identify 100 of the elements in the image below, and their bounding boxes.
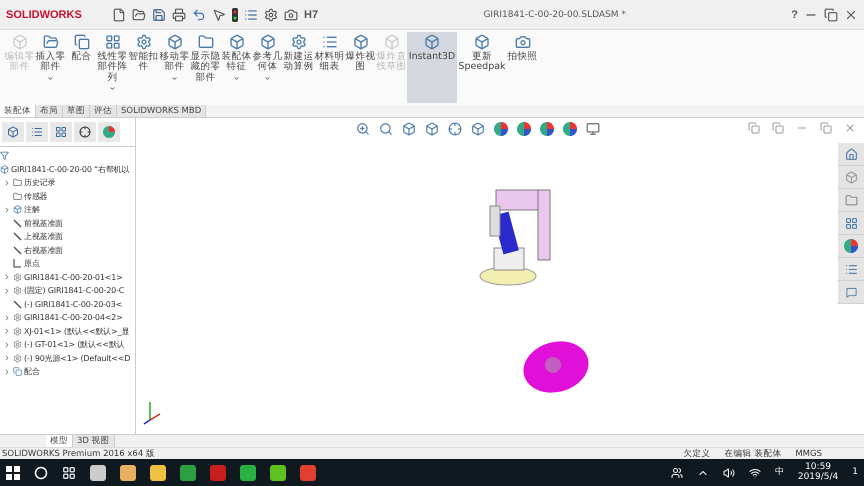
undo-icon[interactable] bbox=[192, 8, 206, 22]
tool-icon bbox=[322, 34, 338, 50]
list-icon[interactable] bbox=[838, 258, 864, 281]
toolbar-label[interactable]: H7 bbox=[304, 8, 318, 20]
ime-indicator[interactable]: 中 bbox=[774, 468, 784, 478]
tree-item[interactable]: 前视基准面 bbox=[24, 218, 64, 229]
ribbon-button[interactable]: 配合 bbox=[66, 32, 97, 103]
crosshair-icon[interactable] bbox=[79, 126, 91, 138]
tree-item[interactable]: 配合 bbox=[24, 366, 40, 378]
tool-icon bbox=[474, 34, 490, 50]
tree-item[interactable]: (-) GIRI1841-C-00-20-03< bbox=[24, 300, 122, 309]
ribbon-button[interactable]: 拍快照 bbox=[507, 32, 538, 103]
dimxpert-tab[interactable] bbox=[74, 122, 96, 142]
ribbon-button[interactable]: 线性零部件阵列 bbox=[97, 32, 128, 103]
tile-icon[interactable] bbox=[748, 122, 760, 134]
tree-item[interactable]: GIRI1841-C-00-20-01<1> bbox=[24, 272, 123, 282]
tree-item[interactable]: XJ-01<1> (默认<<默认>_显 bbox=[24, 326, 130, 337]
tree-item[interactable]: GIRI1841-C-00-20-04<2> bbox=[24, 313, 123, 322]
ribbon-button[interactable]: 插入零部件 bbox=[35, 32, 66, 103]
part-drawing[interactable] bbox=[521, 340, 591, 394]
windows-icon[interactable] bbox=[6, 466, 20, 480]
tree-item[interactable]: (-) 90光源<1> (Default<<D bbox=[24, 352, 130, 364]
tree-item[interactable]: 原点 bbox=[24, 258, 40, 270]
tool-icon bbox=[42, 34, 58, 50]
camera-icon[interactable] bbox=[284, 8, 298, 22]
ribbon-button[interactable]: 显示隐藏的零部件 bbox=[190, 32, 221, 103]
ribbon-tab[interactable]: 装配体 bbox=[0, 105, 36, 117]
clock-date[interactable]: 2019/5/4 bbox=[798, 472, 838, 482]
list-icon[interactable] bbox=[244, 8, 258, 22]
restore-icon[interactable] bbox=[824, 8, 838, 22]
settings-icon[interactable] bbox=[264, 8, 278, 22]
notification-count[interactable]: 1 bbox=[852, 468, 858, 478]
tree-item[interactable]: (固定) GIRI1841-C-00-20-C bbox=[24, 285, 124, 296]
app-icon[interactable] bbox=[270, 464, 286, 480]
edit-status: 在编辑 装配体 bbox=[724, 448, 782, 460]
tile-icon[interactable] bbox=[772, 122, 784, 134]
filter-icon[interactable] bbox=[0, 151, 9, 160]
save-icon[interactable] bbox=[152, 8, 166, 22]
close-icon[interactable] bbox=[844, 122, 856, 134]
ribbon-button[interactable]: 材料明细表 bbox=[314, 32, 345, 103]
restore-icon[interactable] bbox=[820, 122, 832, 134]
ribbon-button[interactable]: 移动零部件 bbox=[159, 32, 190, 103]
tool-icon bbox=[136, 34, 152, 50]
ribbon-tab[interactable]: 布局 bbox=[36, 105, 63, 117]
ribbon-tab[interactable]: 评估 bbox=[90, 105, 117, 117]
tree-item[interactable]: 注解 bbox=[24, 204, 40, 216]
tool-icon bbox=[424, 34, 440, 50]
cube-icon[interactable] bbox=[7, 126, 19, 138]
home-icon[interactable] bbox=[838, 143, 864, 166]
tree-item[interactable]: 上视基准面 bbox=[24, 231, 64, 242]
ribbon-button[interactable]: Instant3D bbox=[407, 32, 457, 103]
wifi-icon[interactable] bbox=[748, 466, 761, 478]
feature-tree-tab[interactable] bbox=[2, 122, 24, 142]
pointer-icon[interactable] bbox=[212, 8, 226, 22]
tree-item[interactable]: 历史记录 bbox=[24, 177, 56, 188]
tree-item[interactable]: 右视基准面 bbox=[24, 244, 64, 256]
ribbon-button[interactable]: 新建运动算例 bbox=[283, 32, 314, 103]
clock-time[interactable]: 10:59 bbox=[805, 462, 832, 472]
grid-icon[interactable] bbox=[55, 126, 67, 138]
ribbon-button[interactable]: 更新Speedpak bbox=[457, 32, 507, 103]
units-selector[interactable]: MMGS bbox=[795, 448, 822, 458]
ribbon-button[interactable]: 爆炸视图 bbox=[345, 32, 376, 103]
appearance-icon[interactable] bbox=[563, 122, 577, 136]
zoom-icon[interactable] bbox=[356, 122, 370, 136]
tool-icon bbox=[104, 34, 120, 50]
appearance-icon[interactable] bbox=[540, 122, 554, 136]
configuration-tab[interactable] bbox=[50, 122, 72, 142]
appearance-icon[interactable] bbox=[103, 126, 115, 138]
plane-icon bbox=[13, 300, 22, 309]
tree-item[interactable]: 传感器 bbox=[24, 190, 48, 202]
tool-icon bbox=[166, 34, 182, 50]
definition-status: 欠定义 bbox=[684, 448, 711, 460]
tree-item[interactable]: (-) GT-01<1> (默认<<默认 bbox=[24, 339, 124, 350]
view-tab[interactable]: 3D 视图 bbox=[73, 435, 115, 447]
new-document-icon[interactable] bbox=[112, 8, 126, 22]
people-icon[interactable] bbox=[670, 466, 683, 478]
tree-item[interactable]: GIRI1841-C-00-20-00 “右帮机以 bbox=[11, 164, 130, 175]
ribbon-button[interactable]: 装配体特征 bbox=[221, 32, 252, 103]
monitor-icon[interactable] bbox=[586, 122, 600, 136]
print-icon[interactable] bbox=[172, 8, 186, 22]
view-tab[interactable]: 模型 bbox=[46, 435, 73, 447]
appearance-icon[interactable] bbox=[517, 122, 531, 136]
app-logo: SOLIDWORKS bbox=[6, 8, 83, 20]
appearance-icon[interactable] bbox=[494, 122, 508, 136]
open-icon[interactable] bbox=[132, 8, 146, 22]
forum-icon[interactable] bbox=[838, 281, 864, 304]
property-tab[interactable] bbox=[26, 122, 48, 142]
ribbon-tab[interactable]: 草图 bbox=[63, 105, 90, 117]
task-view-icon[interactable] bbox=[62, 466, 76, 480]
ribbon-button[interactable]: 智能扣件 bbox=[128, 32, 159, 103]
volume-icon[interactable] bbox=[722, 466, 735, 478]
app-icon[interactable] bbox=[300, 464, 316, 480]
tool-icon bbox=[260, 34, 276, 50]
help-button[interactable]: ? bbox=[791, 8, 798, 20]
appearance-icon[interactable] bbox=[838, 235, 864, 258]
ribbon-tab[interactable]: SOLIDWORKS MBD bbox=[117, 105, 206, 117]
traffic-light-icon[interactable] bbox=[232, 8, 238, 22]
ribbon-button[interactable]: 参考几何体 bbox=[252, 32, 283, 103]
search-icon[interactable] bbox=[34, 466, 48, 480]
product-label: SOLIDWORKS Premium 2016 x64 版 bbox=[2, 448, 155, 460]
